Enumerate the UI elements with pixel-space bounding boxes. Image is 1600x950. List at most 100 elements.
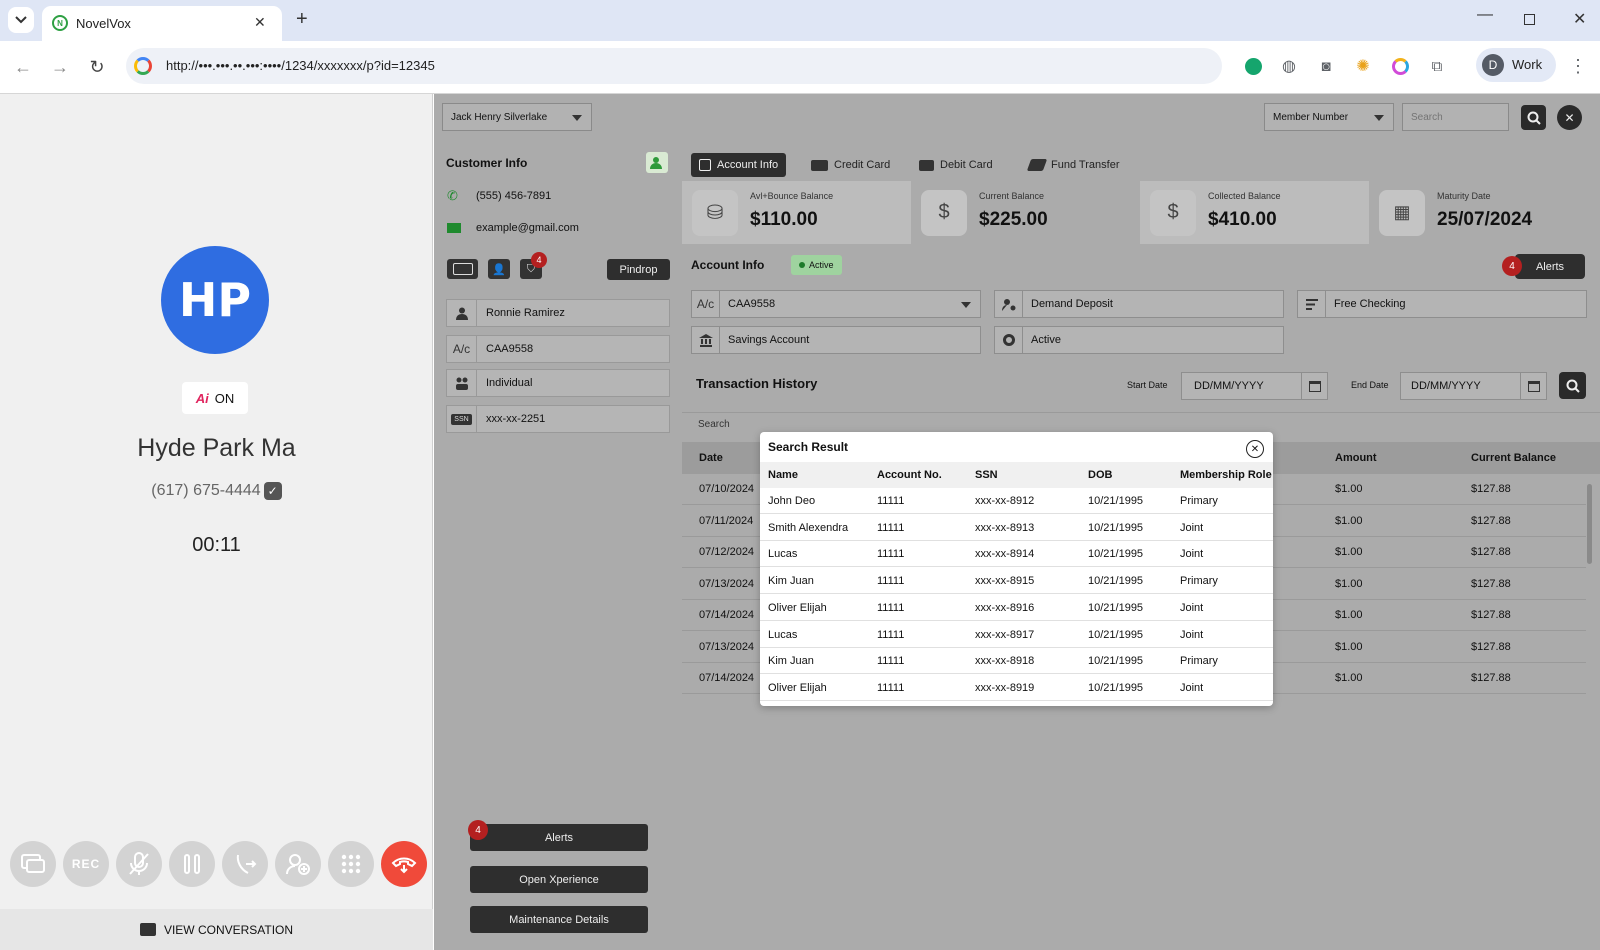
alerts-button[interactable]: Alerts	[1515, 254, 1585, 279]
search-by-value: Member Number	[1273, 111, 1349, 123]
extension-colorful-icon[interactable]: ✺	[1350, 53, 1376, 79]
balance-value: $410.00	[1208, 209, 1277, 230]
close-dialog-icon[interactable]: ✕	[1246, 440, 1264, 458]
tab-account-info[interactable]: Account Info	[691, 153, 787, 177]
calendar-money-icon: ▦	[1379, 189, 1425, 236]
close-tab-icon[interactable]: ✕	[254, 14, 266, 31]
ssn-header: SSN	[975, 469, 998, 481]
dialpad-button[interactable]	[328, 841, 374, 887]
reload-icon[interactable]: ↻	[84, 54, 110, 80]
start-date-input[interactable]: DD/MM/YYYY	[1181, 372, 1328, 400]
customer-email[interactable]: example@gmail.com	[476, 222, 579, 234]
browser-tab[interactable]: N NovelVox ✕	[42, 6, 282, 41]
debit-card-icon	[919, 159, 934, 171]
calendar-icon[interactable]	[1301, 373, 1327, 399]
user-lock-icon[interactable]: 👤	[488, 259, 510, 279]
balance-card: ⛁ Avl+Bounce Balance $110.00	[682, 181, 911, 244]
start-date-placeholder: DD/MM/YYYY	[1194, 380, 1264, 392]
chevron-down-icon	[572, 115, 582, 121]
result-row[interactable]: Oliver Elijah 11111 xxx-xx-8919 10/21/1995 J…	[760, 675, 1273, 701]
phone-icon: ✆	[447, 188, 458, 203]
new-tab-icon[interactable]: +	[296, 8, 308, 31]
chevron-down-icon	[1374, 115, 1384, 121]
profile-button[interactable]: D Work	[1476, 48, 1556, 82]
transaction-search-button[interactable]	[1559, 372, 1586, 399]
open-xperience-button[interactable]: Open Xperience	[470, 866, 648, 893]
account-info-title: Account Info	[691, 258, 765, 272]
tab-fund-transfer[interactable]: Fund Transfer	[1021, 153, 1127, 177]
restore-icon[interactable]	[1524, 14, 1535, 25]
hold-button[interactable]	[169, 841, 215, 887]
mute-button[interactable]	[116, 841, 162, 887]
result-row[interactable]: Lucas 11111 xxx-xx-8917 10/21/1995 Joint	[760, 622, 1273, 648]
end-date-placeholder: DD/MM/YYYY	[1411, 380, 1481, 392]
verified-check-icon: ✓	[263, 482, 282, 500]
browser-menu-icon[interactable]: ⋮	[1565, 53, 1591, 79]
search-button[interactable]	[1521, 105, 1546, 130]
profile-avatar: D	[1482, 54, 1504, 76]
account-number-select[interactable]: A/c CAA9558	[691, 290, 981, 318]
screen-share-button[interactable]	[10, 841, 56, 887]
result-row[interactable]: Smith Alexendra 11111 xxx-xx-8913 10/21/199…	[760, 515, 1273, 541]
result-row[interactable]: Lucas 11111 xxx-xx-8914 10/21/1995 Joint	[760, 541, 1273, 568]
record-button[interactable]: REC	[63, 841, 109, 887]
result-row[interactable]: John Deo 11111 xxx-xx-8912 10/21/1995 Primar…	[760, 488, 1273, 514]
minimize-icon[interactable]: —	[1477, 6, 1493, 24]
customer-ssn-field: SSN xxx-xx-2251	[446, 405, 670, 433]
member-search-input[interactable]	[1402, 103, 1509, 131]
back-icon[interactable]: ←	[10, 54, 36, 80]
globe-icon[interactable]: ◍	[1276, 53, 1302, 79]
end-date-input[interactable]: DD/MM/YYYY	[1400, 372, 1547, 400]
result-ssn: xxx-xx-8917	[975, 628, 1035, 641]
calendar-icon[interactable]	[1520, 373, 1546, 399]
result-membership-role: Joint	[1180, 548, 1204, 561]
grammarly-icon[interactable]	[1240, 53, 1266, 79]
transaction-balance: $127.88	[1471, 609, 1511, 621]
result-row[interactable]: Kim Juan 11111 xxx-xx-8918 10/21/1995 Primar…	[760, 648, 1273, 675]
customer-verified-icon[interactable]	[646, 152, 668, 173]
account-status-field: Active	[994, 326, 1284, 354]
close-window-icon[interactable]: ✕	[1573, 9, 1586, 29]
address-bar[interactable]: http://•••.•••.••.•••:••••/1234/xxxxxxx/…	[126, 48, 1222, 84]
transfer-button[interactable]	[222, 841, 268, 887]
result-dob: 10/21/1995	[1088, 521, 1144, 534]
balance-label: Current Balance	[979, 191, 1045, 201]
search-by-select[interactable]: Member Number	[1264, 103, 1394, 131]
maintenance-details-button[interactable]: Maintenance Details	[470, 906, 648, 933]
pindrop-button[interactable]: Pindrop	[607, 259, 670, 280]
tab-search-chevron-icon[interactable]	[8, 7, 34, 33]
customer-panel: Jack Henry Silverlake Customer Info ✆ (5…	[434, 94, 682, 950]
close-panel-icon[interactable]: ✕	[1557, 105, 1582, 130]
browser-toolbar: ← → ↻ http://•••.•••.••.•••:••••/1234/xx…	[0, 41, 1600, 94]
customer-phone[interactable]: (555) 456-7891	[476, 190, 551, 202]
forward-icon[interactable]: →	[47, 54, 73, 80]
fund-transfer-icon	[1026, 159, 1048, 171]
account-prefix-icon: A/c	[692, 291, 720, 317]
transaction-date: 07/14/2024	[699, 672, 755, 684]
core-system-select[interactable]: Jack Henry Silverlake	[442, 103, 592, 131]
result-name: Oliver Elijah	[768, 601, 827, 614]
extensions-puzzle-icon[interactable]: ⧉	[1424, 53, 1450, 79]
result-dob: 10/21/1995	[1088, 681, 1144, 694]
result-row[interactable]: Oliver Elijah 11111 xxx-xx-8916 10/21/1995 J…	[760, 595, 1273, 621]
shield-badge: 4	[531, 252, 547, 268]
add-participant-button[interactable]	[275, 841, 321, 887]
caller-avatar: HP	[161, 246, 269, 354]
result-membership-role: Joint	[1180, 521, 1204, 534]
ai-toggle[interactable]: Ai ON	[182, 382, 248, 414]
tab-credit-card[interactable]: Credit Card	[803, 153, 898, 177]
id-card-icon[interactable]	[447, 259, 478, 279]
ai-logo-icon: Ai	[195, 390, 209, 406]
color-picker-icon[interactable]	[1387, 53, 1413, 79]
alerts-button[interactable]: Alerts	[470, 824, 648, 851]
result-name: Kim Juan	[768, 655, 814, 668]
view-conversation-button[interactable]: VIEW CONVERSATION	[0, 909, 433, 950]
end-call-button[interactable]	[381, 841, 427, 887]
result-row[interactable]: Kim Juan 11111 xxx-xx-8915 10/21/1995 Primar…	[760, 568, 1273, 595]
core-system-value: Jack Henry Silverlake	[451, 111, 548, 123]
camera-icon[interactable]: ◙	[1313, 53, 1339, 79]
table-scrollbar[interactable]	[1587, 484, 1592, 564]
transaction-balance: $127.88	[1471, 514, 1511, 527]
google-icon	[134, 57, 152, 75]
tab-debit-card[interactable]: Debit Card	[911, 153, 1001, 177]
